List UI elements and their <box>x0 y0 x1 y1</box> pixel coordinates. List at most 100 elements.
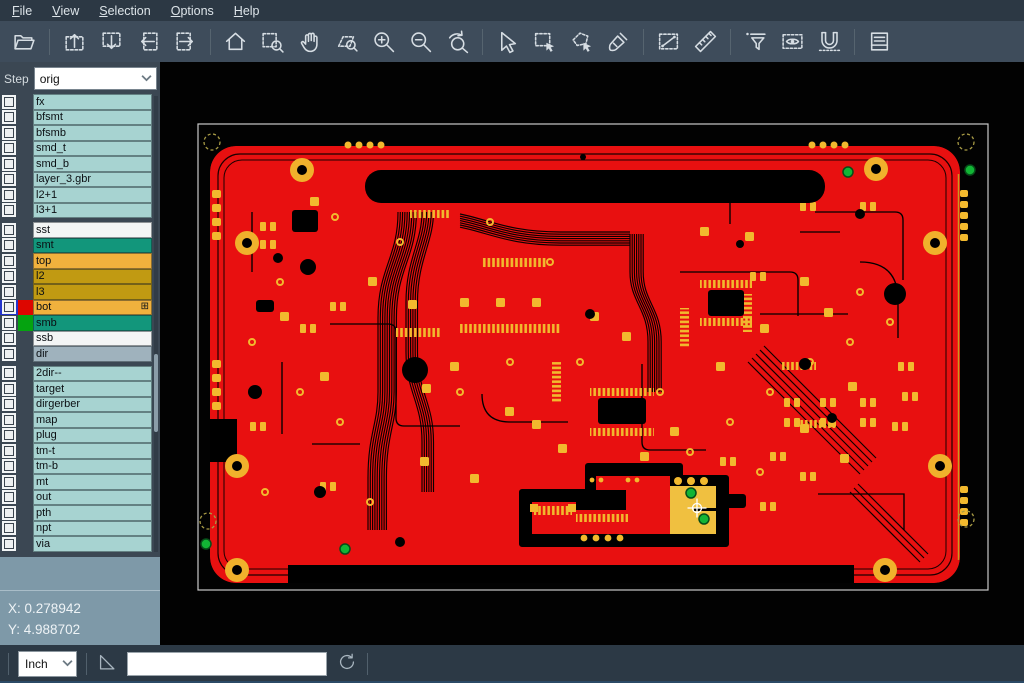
layer-checkbox[interactable] <box>0 172 18 188</box>
layer-checkbox[interactable] <box>0 474 18 490</box>
layer-label[interactable]: top <box>33 253 152 269</box>
pan-hand-button[interactable] <box>291 25 328 59</box>
layer-color-swatch <box>18 331 33 347</box>
layer-label[interactable]: map <box>33 412 152 428</box>
layer-label[interactable]: fx <box>33 94 152 110</box>
layer-checkbox[interactable] <box>0 331 18 347</box>
box-arrow-right-button[interactable] <box>167 25 204 59</box>
layer-label[interactable]: 2dir-- <box>33 366 152 382</box>
zoom-in-button[interactable] <box>365 25 402 59</box>
open-folder-button[interactable] <box>6 25 43 59</box>
unit-select[interactable]: Inch <box>18 651 77 677</box>
layer-checkbox[interactable] <box>0 536 18 552</box>
checkbox-box <box>4 461 14 471</box>
layer-checkbox[interactable] <box>0 315 18 331</box>
layer-checkbox[interactable] <box>0 269 18 285</box>
scrollbar-thumb[interactable] <box>154 354 158 432</box>
layer-label[interactable]: l2+1 <box>33 187 152 203</box>
layer-label[interactable]: smd_t <box>33 141 152 157</box>
layer-label[interactable]: ssb <box>33 331 152 347</box>
highlight-eye-button[interactable] <box>774 25 811 59</box>
layer-label[interactable]: smb <box>33 315 152 331</box>
layer-checkbox[interactable] <box>0 300 18 316</box>
layer-checkbox[interactable] <box>0 428 18 444</box>
layer-label[interactable]: l2 <box>33 269 152 285</box>
layer-checkbox[interactable] <box>0 222 18 238</box>
layer-checkbox[interactable] <box>0 505 18 521</box>
box-arrow-up-button[interactable] <box>56 25 93 59</box>
layer-label[interactable]: l3+1 <box>33 203 152 219</box>
layer-label[interactable]: out <box>33 490 152 506</box>
layer-checkbox[interactable] <box>0 490 18 506</box>
layer-label[interactable]: mt <box>33 474 152 490</box>
layer-label[interactable]: tm-t <box>33 443 152 459</box>
layer-row-npt: npt <box>0 521 160 537</box>
layer-label[interactable]: smt <box>33 238 152 254</box>
layer-checkbox[interactable] <box>0 397 18 413</box>
select-rect-button[interactable] <box>526 25 563 59</box>
zoom-previous-button[interactable] <box>439 25 476 59</box>
layer-label[interactable]: pth <box>33 505 152 521</box>
layer-checkbox[interactable] <box>0 141 18 157</box>
layer-label[interactable]: bfsmb <box>33 125 152 141</box>
layer-checkbox[interactable] <box>0 94 18 110</box>
command-input[interactable] <box>127 652 327 676</box>
menu-selection[interactable]: Selection <box>89 0 160 21</box>
layer-label[interactable]: dirgerber <box>33 397 152 413</box>
layer-checkbox[interactable] <box>0 110 18 126</box>
layer-label[interactable]: bot⊞ <box>33 300 152 316</box>
separator <box>86 653 87 675</box>
layer-row-l2-1: l2+1 <box>0 187 160 203</box>
zoom-window-button[interactable] <box>254 25 291 59</box>
select-polygon-button[interactable] <box>563 25 600 59</box>
layer-checkbox[interactable] <box>0 156 18 172</box>
layer-checkbox[interactable] <box>0 253 18 269</box>
layer-checkbox[interactable] <box>0 521 18 537</box>
menu-options[interactable]: Options <box>161 0 224 21</box>
layer-label[interactable]: smd_b <box>33 156 152 172</box>
layer-checkbox[interactable] <box>0 125 18 141</box>
layer-label[interactable]: npt <box>33 521 152 537</box>
layer-checkbox[interactable] <box>0 238 18 254</box>
layer-checkbox[interactable] <box>0 381 18 397</box>
box-arrow-left-button[interactable] <box>130 25 167 59</box>
select-cursor-button[interactable] <box>489 25 526 59</box>
measure-line-button[interactable] <box>650 25 687 59</box>
layer-label[interactable]: tm-b <box>33 459 152 475</box>
filter-button[interactable] <box>737 25 774 59</box>
home-button[interactable] <box>217 25 254 59</box>
layer-checkbox[interactable] <box>0 187 18 203</box>
refresh-button[interactable] <box>336 651 358 678</box>
toolbar-separator <box>643 29 644 55</box>
layer-checkbox[interactable] <box>0 366 18 382</box>
layer-checkbox[interactable] <box>0 412 18 428</box>
layer-label[interactable]: bfsmt <box>33 110 152 126</box>
menu-file[interactable]: File <box>2 0 42 21</box>
layer-checkbox[interactable] <box>0 459 18 475</box>
layer-label[interactable]: via <box>33 536 152 552</box>
layer-label[interactable]: l3 <box>33 284 152 300</box>
zoom-out-button[interactable] <box>402 25 439 59</box>
box-arrow-down-button[interactable] <box>93 25 130 59</box>
snap-magnet-button[interactable] <box>811 25 848 59</box>
origin-corner-button[interactable] <box>96 651 118 678</box>
menu-view[interactable]: View <box>42 0 89 21</box>
layer-label[interactable]: target <box>33 381 152 397</box>
clean-brush-button[interactable] <box>600 25 637 59</box>
layer-label[interactable]: plug <box>33 428 152 444</box>
layer-checkbox[interactable] <box>0 284 18 300</box>
zoom-polygon-button[interactable] <box>328 25 365 59</box>
layer-label[interactable]: layer_3.gbr <box>33 172 152 188</box>
layer-checkbox[interactable] <box>0 203 18 219</box>
layers-panel-button[interactable] <box>861 25 898 59</box>
layer-scrollbar[interactable] <box>154 96 158 552</box>
ruler-button[interactable] <box>687 25 724 59</box>
layer-checkbox[interactable] <box>0 346 18 362</box>
pcb-canvas[interactable] <box>160 62 1024 645</box>
layer-label[interactable]: sst <box>33 222 152 238</box>
menu-help[interactable]: Help <box>224 0 270 21</box>
layer-checkbox[interactable] <box>0 443 18 459</box>
layer-row-top: top <box>0 253 160 269</box>
layer-label[interactable]: dir <box>33 346 152 362</box>
step-select[interactable]: orig <box>34 67 157 90</box>
